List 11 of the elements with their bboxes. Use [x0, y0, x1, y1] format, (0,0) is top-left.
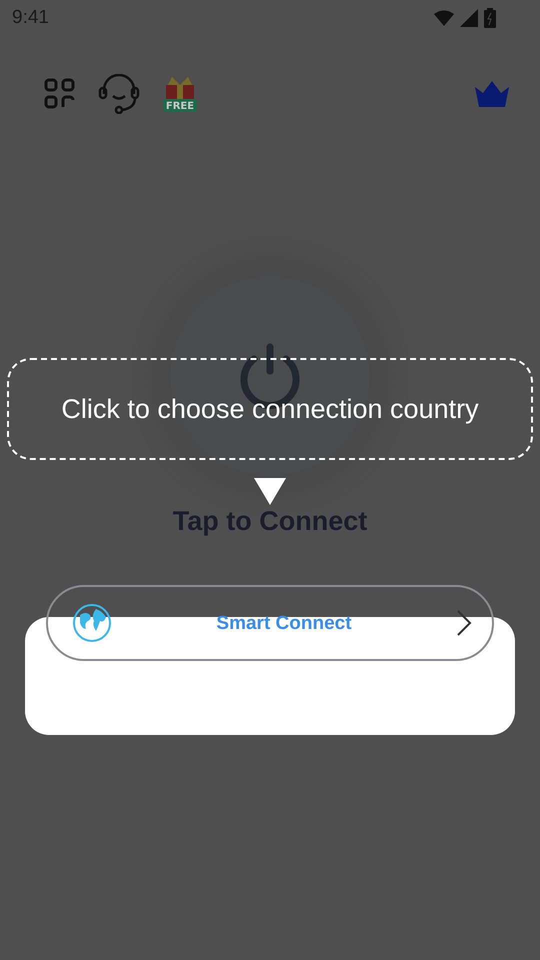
wifi-icon: [434, 10, 454, 26]
signal-icon: [460, 9, 478, 27]
globe-icon: [72, 603, 112, 643]
crown-icon[interactable]: [474, 79, 510, 109]
grid-icon[interactable]: [44, 78, 76, 110]
chevron-right-icon: [456, 609, 472, 637]
tooltip-text: Click to choose connection country: [61, 394, 479, 424]
smart-connect-button[interactable]: Smart Connect: [46, 585, 494, 661]
headset-icon[interactable]: [98, 74, 140, 114]
pointer-triangle-icon: [253, 478, 287, 505]
battery-icon: [484, 8, 496, 28]
